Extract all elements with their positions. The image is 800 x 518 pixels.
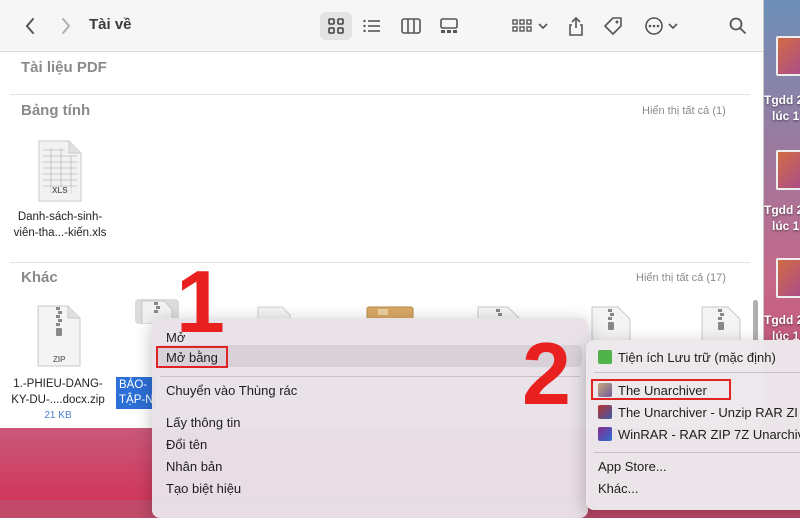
tag-icon[interactable]: [600, 12, 626, 40]
column-view-icon[interactable]: [398, 12, 424, 40]
submenu-item-archive-utility[interactable]: Tiện ích Lưu trữ (mặc định): [618, 350, 776, 365]
section-title-pdf: Tài liệu PDF: [21, 59, 107, 76]
desktop-screenshot-thumb-3[interactable]: [776, 258, 800, 298]
section-title-other: Khác: [21, 269, 58, 286]
menu-item-get-info[interactable]: Lấy thông tin: [166, 415, 240, 430]
zip-file-name-line2[interactable]: KY-DU-....docx.zip: [2, 393, 114, 408]
menu-item-rename[interactable]: Đổi tên: [166, 437, 207, 452]
submenu-item-unarchiver-unzip[interactable]: The Unarchiver - Unzip RAR ZI: [618, 405, 798, 420]
xls-file-badge: XLS: [52, 186, 68, 195]
share-icon[interactable]: [564, 12, 588, 40]
group-by-icon[interactable]: [510, 12, 550, 40]
show-all-other-link[interactable]: Hiển thị tất cả (17): [636, 272, 726, 284]
open-with-submenu: Tiện ích Lưu trữ (mặc định) The Unarchiv…: [586, 340, 800, 510]
winrar-icon: [598, 427, 612, 441]
show-all-spreadsheet-link[interactable]: Hiển thị tất cả (1): [642, 105, 726, 117]
desktop-label-2[interactable]: Tgdd 2: [764, 203, 800, 217]
zip-file-size: 21 KB: [44, 410, 72, 421]
unarchiver-highlight-box: [591, 379, 731, 400]
archive-utility-icon: [598, 350, 612, 364]
selected-file-name-line2: TẬP-N: [119, 394, 154, 406]
submenu-item-app-store[interactable]: App Store...: [598, 459, 667, 474]
callout-number-1: 1: [176, 252, 225, 351]
unarchiver-unzip-icon: [598, 405, 612, 419]
desktop-label-3[interactable]: Tgdd 2: [764, 313, 800, 327]
menu-item-make-alias[interactable]: Tạo biệt hiệu: [166, 481, 241, 496]
selected-file-name-line1: BÁO-: [119, 379, 148, 391]
icon-view-button[interactable]: [320, 12, 352, 40]
more-actions-icon[interactable]: [642, 12, 682, 40]
xls-file-icon[interactable]: [37, 140, 83, 207]
submenu-item-winrar[interactable]: WinRAR - RAR ZIP 7Z Unarchiv: [618, 427, 800, 442]
xls-file-name-line2[interactable]: viên-tha...-kiến.xls: [0, 226, 120, 241]
desktop-label-2b[interactable]: lúc 1: [772, 219, 799, 233]
callout-number-2: 2: [522, 324, 571, 423]
section-title-spreadsheet: Bảng tính: [21, 102, 91, 119]
xls-file-name-line1[interactable]: Danh-sách-sinh-: [0, 210, 120, 225]
submenu-separator: [594, 452, 800, 453]
menu-item-move-to-trash[interactable]: Chuyển vào Thùng rác: [166, 383, 297, 398]
gallery-view-icon[interactable]: [436, 12, 462, 40]
forward-icon[interactable]: [54, 12, 78, 40]
menu-separator: [160, 376, 580, 377]
zip-file-badge: ZIP: [53, 355, 66, 364]
menu-item-duplicate[interactable]: Nhân bản: [166, 459, 222, 474]
desktop-screenshot-thumb-2[interactable]: [776, 150, 800, 190]
window-title: Tài về: [89, 16, 132, 33]
section-divider: [10, 94, 750, 95]
submenu-item-other[interactable]: Khác...: [598, 481, 638, 496]
grid-icon: [328, 18, 344, 34]
list-view-icon[interactable]: [360, 12, 384, 40]
search-icon[interactable]: [726, 12, 750, 40]
selected-file-name[interactable]: BÁO- TẬP-N: [116, 377, 156, 409]
toolbar: Tài về: [0, 0, 763, 52]
back-icon[interactable]: [18, 12, 42, 40]
desktop-screenshot-thumb-1[interactable]: [776, 36, 800, 76]
zip-file-name-line1[interactable]: 1.-PHIEU-DANG-: [2, 377, 114, 392]
desktop-label-1[interactable]: Tgdd 2: [764, 93, 800, 107]
desktop-label-1b[interactable]: lúc 1: [772, 109, 799, 123]
section-divider: [10, 262, 750, 263]
submenu-separator: [594, 372, 800, 373]
